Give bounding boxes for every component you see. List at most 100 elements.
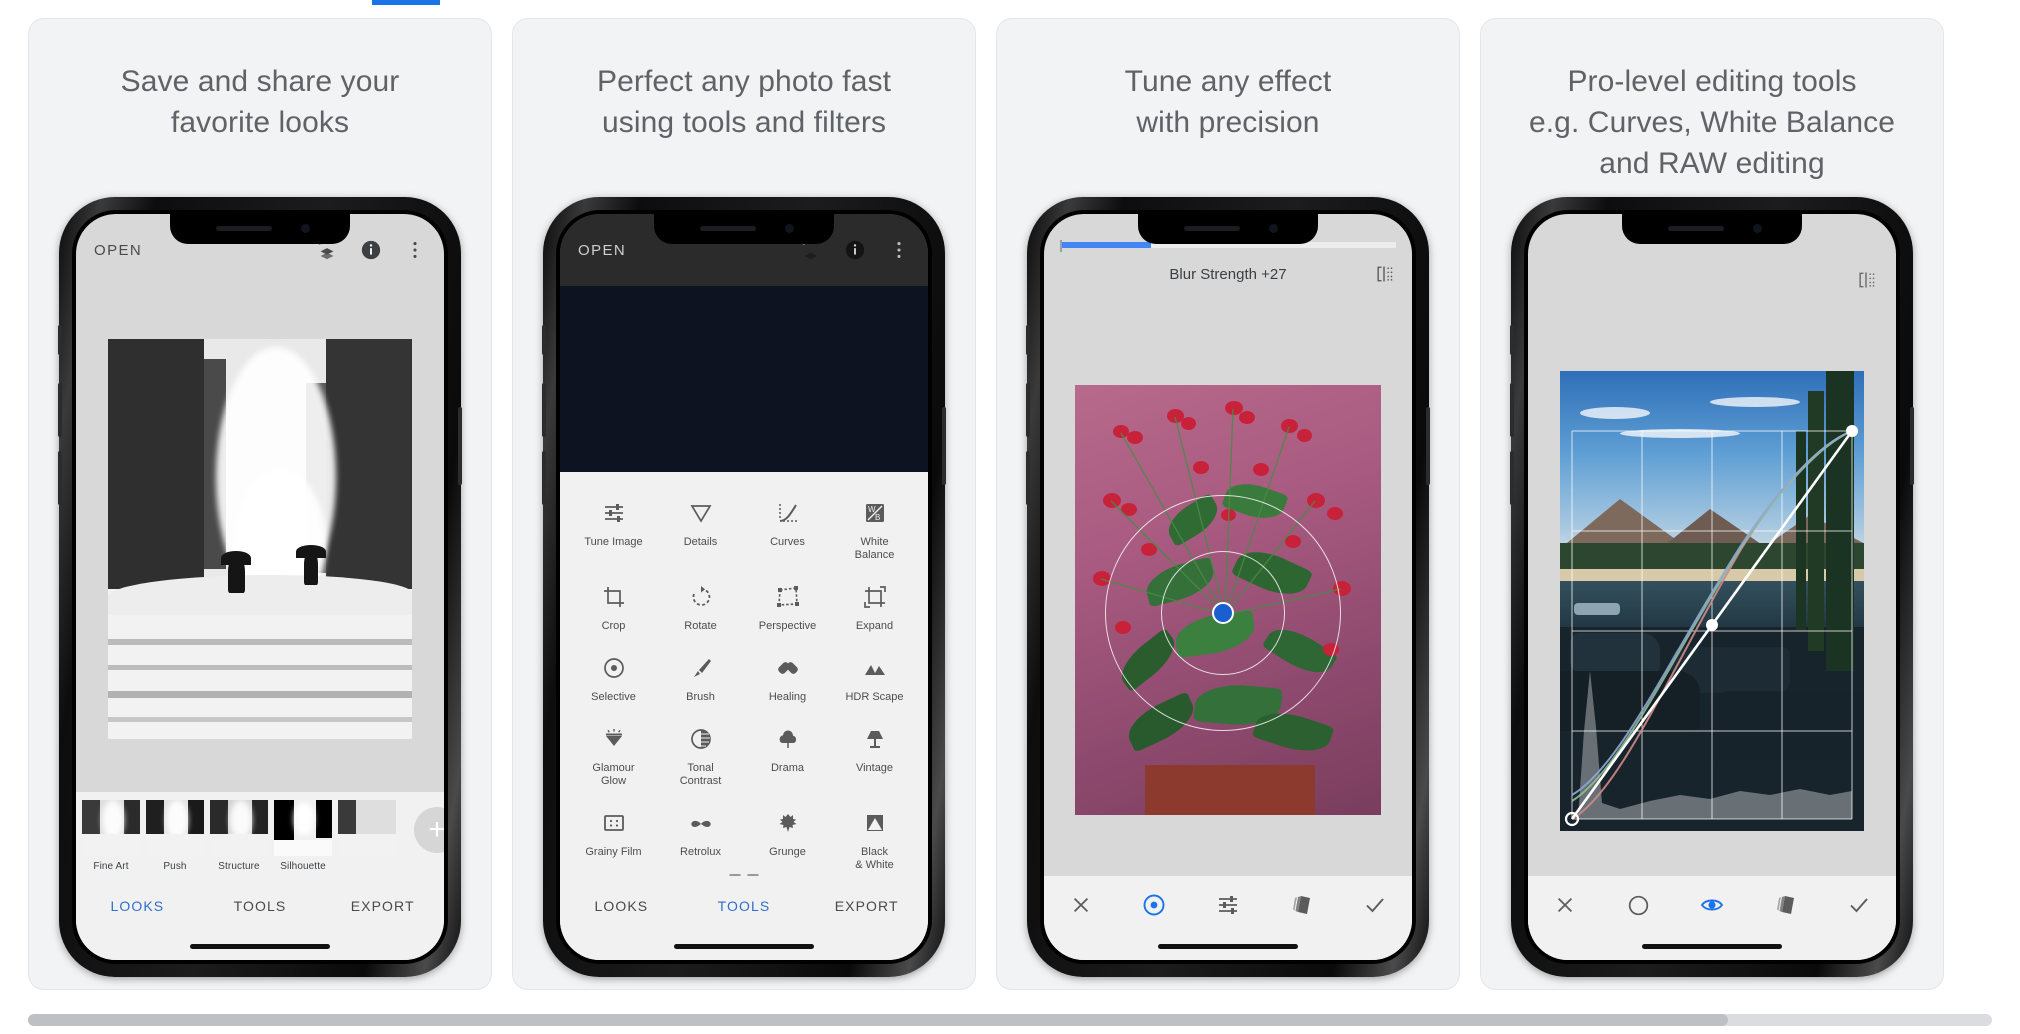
tool-label: Perspective bbox=[758, 620, 817, 632]
tool-perspective[interactable]: Perspective bbox=[744, 572, 831, 639]
tool-selective[interactable]: Selective bbox=[570, 643, 657, 710]
tool-tune-image[interactable]: Tune Image bbox=[570, 488, 657, 568]
tool-label: Retrolux bbox=[680, 846, 721, 858]
compare-icon[interactable] bbox=[1856, 270, 1876, 295]
info-icon[interactable] bbox=[844, 239, 866, 261]
tab-tools[interactable]: TOOLS bbox=[199, 898, 322, 914]
selective-control-point[interactable] bbox=[1212, 602, 1234, 624]
mute-switch bbox=[58, 325, 62, 355]
more-vert-icon[interactable] bbox=[404, 239, 426, 261]
sliders-icon[interactable] bbox=[1213, 890, 1243, 920]
volume-up-button bbox=[1026, 383, 1030, 437]
tool-details[interactable]: Details bbox=[657, 488, 744, 568]
check-icon[interactable] bbox=[1360, 890, 1390, 920]
notch bbox=[1138, 214, 1318, 244]
tool-curves[interactable]: Curves bbox=[744, 488, 831, 568]
eye-icon[interactable] bbox=[1697, 890, 1727, 920]
mustache-icon bbox=[659, 808, 742, 838]
looks-filmstrip[interactable]: Fine Art Push Structure Silhouette bbox=[76, 792, 444, 886]
tool-label: White Balance bbox=[854, 536, 895, 561]
tool-rotate[interactable]: Rotate bbox=[657, 572, 744, 639]
home-indicator bbox=[190, 944, 330, 949]
tool-crop[interactable]: Crop bbox=[570, 572, 657, 639]
curves-editor-overlay[interactable] bbox=[1560, 371, 1864, 831]
tool-retrolux[interactable]: Retrolux bbox=[657, 798, 744, 878]
stack-layers-icon[interactable] bbox=[1287, 890, 1317, 920]
photo-canvas-1[interactable] bbox=[76, 286, 444, 792]
tool-label: Crop bbox=[601, 620, 626, 632]
tool-drama[interactable]: Drama bbox=[744, 714, 831, 794]
front-camera bbox=[1269, 224, 1278, 233]
healing-icon bbox=[746, 653, 829, 683]
feature-card-precision[interactable]: Tune any effect with precision Blur Stre… bbox=[996, 18, 1460, 990]
open-button[interactable]: OPEN bbox=[94, 242, 142, 259]
info-icon[interactable] bbox=[360, 239, 382, 261]
tool-label: Glamour Glow bbox=[592, 762, 635, 787]
plus-icon: + bbox=[414, 807, 444, 853]
tool-glamour-glow[interactable]: Glamour Glow bbox=[570, 714, 657, 794]
earpiece-speaker bbox=[1184, 226, 1240, 231]
front-camera bbox=[785, 224, 794, 233]
selective-target-icon[interactable] bbox=[1139, 890, 1169, 920]
phone-screen-3: Blur Strength +27 bbox=[1044, 214, 1412, 960]
rotate-icon bbox=[659, 582, 742, 612]
stack-layers-icon[interactable] bbox=[1771, 890, 1801, 920]
volume-down-button bbox=[542, 451, 546, 505]
photo-canvas-3[interactable] bbox=[1044, 324, 1412, 876]
feature-card-looks[interactable]: Save and share your favorite looks OPEN bbox=[28, 18, 492, 990]
close-icon[interactable] bbox=[1066, 890, 1096, 920]
power-button bbox=[1426, 407, 1430, 485]
tab-export[interactable]: EXPORT bbox=[805, 898, 928, 914]
tab-looks[interactable]: LOOKS bbox=[76, 898, 199, 914]
horizontal-scrollbar[interactable] bbox=[28, 1014, 1992, 1026]
list-item[interactable]: Fine Art bbox=[80, 800, 142, 872]
tools-bottom-sheet[interactable]: Tune Image Details Curves W B White Bala… bbox=[560, 472, 928, 886]
list-item[interactable] bbox=[336, 800, 398, 856]
screenshot-gallery[interactable]: Save and share your favorite looks OPEN bbox=[0, 18, 2020, 998]
close-icon[interactable] bbox=[1550, 890, 1580, 920]
grain-icon bbox=[572, 808, 655, 838]
feature-card-tools[interactable]: Perfect any photo fast using tools and f… bbox=[512, 18, 976, 990]
tools-grid[interactable]: Tune Image Details Curves W B White Bala… bbox=[570, 488, 918, 878]
scrollbar-thumb[interactable] bbox=[28, 1014, 1728, 1026]
tool-expand[interactable]: Expand bbox=[831, 572, 918, 639]
power-button bbox=[942, 407, 946, 485]
list-item[interactable]: Push bbox=[144, 800, 206, 872]
tool-vintage[interactable]: Vintage bbox=[831, 714, 918, 794]
tool-grainy-film[interactable]: Grainy Film bbox=[570, 798, 657, 878]
channel-circle-icon[interactable] bbox=[1623, 890, 1653, 920]
notch bbox=[654, 214, 834, 244]
tool-grunge[interactable]: Grunge bbox=[744, 798, 831, 878]
tool-hdr-scape[interactable]: HDR Scape bbox=[831, 643, 918, 710]
sheet-drag-handle[interactable] bbox=[729, 874, 759, 876]
look-label: Fine Art bbox=[93, 861, 129, 872]
tab-looks[interactable]: LOOKS bbox=[560, 898, 683, 914]
add-look-button[interactable]: + bbox=[400, 800, 444, 860]
feature-card-pro-tools[interactable]: Pro-level editing tools e.g. Curves, Whi… bbox=[1480, 18, 1944, 990]
edited-photo-snowstorm bbox=[108, 339, 412, 739]
phone-screen-4 bbox=[1528, 214, 1896, 960]
list-item[interactable]: Structure bbox=[208, 800, 270, 872]
phone-mockup-1: OPEN Fine Art Push Structure Silhouette … bbox=[58, 197, 462, 977]
card-title: Perfect any photo fast using tools and f… bbox=[596, 65, 892, 139]
tool-white-balance[interactable]: WB White Balance bbox=[831, 488, 918, 568]
power-button bbox=[458, 407, 462, 485]
tool-label: Selective bbox=[591, 691, 636, 703]
volume-down-button bbox=[1026, 451, 1030, 505]
compare-icon[interactable] bbox=[1374, 264, 1394, 289]
check-icon[interactable] bbox=[1844, 890, 1874, 920]
tool-label: Healing bbox=[768, 691, 807, 703]
tool-brush[interactable]: Brush bbox=[657, 643, 744, 710]
tool-black-and-white[interactable]: Black & White bbox=[831, 798, 918, 878]
list-item[interactable]: Silhouette bbox=[272, 800, 334, 872]
photo-canvas-4[interactable] bbox=[1528, 326, 1896, 876]
slider-start-marker bbox=[1060, 240, 1062, 252]
tab-tools[interactable]: TOOLS bbox=[683, 898, 806, 914]
more-vert-icon[interactable] bbox=[888, 239, 910, 261]
tool-tonal-contrast[interactable]: Tonal Contrast bbox=[657, 714, 744, 794]
wb-icon: WB bbox=[833, 498, 916, 528]
tool-healing[interactable]: Healing bbox=[744, 643, 831, 710]
open-button[interactable]: OPEN bbox=[578, 242, 626, 259]
look-thumbnail bbox=[146, 800, 204, 856]
tab-export[interactable]: EXPORT bbox=[321, 898, 444, 914]
